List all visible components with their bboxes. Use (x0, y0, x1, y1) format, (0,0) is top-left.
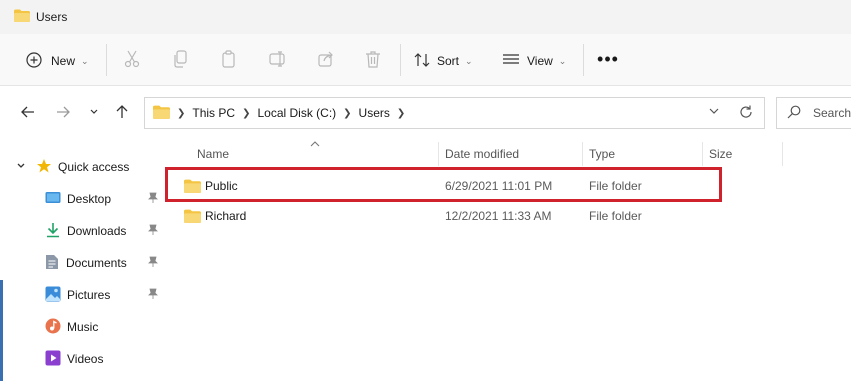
more-options-icon: ••• (597, 48, 619, 69)
sidebar-item-label: Videos (67, 352, 104, 366)
column-divider[interactable] (582, 142, 583, 166)
new-button-label: New (51, 54, 76, 68)
column-divider[interactable] (782, 142, 783, 166)
toolbar-divider (400, 44, 401, 76)
title-bar: Users (0, 0, 851, 34)
column-header-name[interactable]: Name (197, 140, 437, 168)
chevron-down-icon[interactable] (16, 160, 26, 174)
column-divider[interactable] (702, 142, 703, 166)
chevron-right-icon[interactable]: ❯ (397, 108, 405, 119)
chevron-down-icon: ⌄ (558, 55, 567, 66)
window-edge-accent (0, 280, 3, 381)
back-button[interactable] (18, 103, 38, 123)
sidebar-item-label: Quick access (58, 160, 130, 174)
videos-icon (45, 350, 61, 369)
address-bar[interactable]: ❯ This PC ❯ Local Disk (C:) ❯ Users ❯ (144, 97, 765, 129)
view-button[interactable]: View ⌄ (502, 43, 566, 79)
cut-icon[interactable] (122, 49, 142, 69)
arrow-right-icon (56, 105, 70, 122)
document-icon (45, 254, 59, 273)
up-button[interactable] (112, 103, 132, 123)
file-name[interactable]: Richard (205, 202, 246, 230)
sidebar-item-label: Downloads (67, 224, 127, 238)
sidebar-item-desktop[interactable]: Desktop (0, 186, 165, 212)
breadcrumb-local-disk[interactable]: Local Disk (C:) (257, 106, 336, 120)
refresh-icon (740, 105, 752, 118)
arrow-left-icon (21, 105, 35, 122)
command-bar: New ⌄ Sort ⌄ View ⌄ ••• (0, 34, 851, 86)
sidebar-item-label: Music (67, 320, 99, 334)
column-divider[interactable] (438, 142, 439, 166)
paste-icon[interactable] (219, 49, 239, 69)
download-icon (45, 222, 61, 241)
chevron-down-icon: ⌄ (81, 55, 89, 66)
sidebar-item-label: Documents (66, 256, 127, 270)
chevron-down-icon (709, 108, 719, 114)
desktop-icon (45, 191, 61, 208)
file-date: 12/2/2021 11:33 AM (445, 209, 552, 223)
sidebar-item-videos[interactable]: Videos (0, 346, 165, 372)
pictures-icon (45, 286, 61, 305)
sidebar-item-pictures[interactable]: Pictures (0, 282, 165, 308)
column-header-type[interactable]: Type (589, 140, 699, 168)
new-button[interactable]: New ⌄ (26, 43, 89, 79)
sort-button-label: Sort (437, 54, 460, 68)
view-list-icon (502, 53, 520, 70)
pin-icon (148, 224, 158, 239)
plus-circle-icon (26, 51, 42, 71)
search-box[interactable]: Search (776, 97, 851, 129)
arrow-up-icon (115, 104, 129, 122)
column-header-date-modified[interactable]: Date modified (445, 140, 580, 168)
delete-icon[interactable] (363, 49, 383, 69)
more-options-button[interactable]: ••• (596, 47, 620, 71)
navigation-pane: Quick access Desktop Downloads Documents (0, 140, 165, 381)
forward-button[interactable] (53, 103, 73, 123)
navigation-bar: ❯ This PC ❯ Local Disk (C:) ❯ Users ❯ Se… (0, 86, 851, 140)
music-icon (45, 318, 61, 337)
breadcrumb-users[interactable]: Users (359, 106, 390, 120)
refresh-button[interactable] (738, 104, 754, 123)
file-type: File folder (589, 209, 642, 223)
copy-icon[interactable] (171, 49, 191, 69)
share-icon[interactable] (316, 49, 336, 69)
view-button-label: View (527, 54, 553, 68)
pin-icon (148, 256, 158, 271)
pin-icon (148, 192, 158, 207)
column-header-size[interactable]: Size (709, 140, 779, 168)
search-placeholder: Search (813, 106, 851, 120)
chevron-down-icon (89, 106, 99, 120)
sidebar-item-label: Pictures (67, 288, 111, 302)
folder-icon (14, 9, 30, 25)
chevron-right-icon[interactable]: ❯ (343, 108, 351, 119)
folder-icon (153, 105, 170, 122)
sort-icon (414, 52, 430, 71)
table-row[interactable]: Richard 12/2/2021 11:33 AM File folder (166, 202, 726, 230)
toolbar-divider (106, 44, 107, 76)
toolbar-divider (583, 44, 584, 76)
address-history-button[interactable] (708, 106, 720, 119)
sidebar-item-documents[interactable]: Documents (0, 250, 165, 276)
sidebar-item-music[interactable]: Music (0, 314, 165, 340)
search-icon (787, 105, 801, 122)
star-icon (36, 158, 52, 177)
recent-locations-button[interactable] (84, 103, 104, 123)
folder-icon (184, 202, 201, 230)
chevron-right-icon[interactable]: ❯ (242, 108, 250, 119)
sidebar-item-downloads[interactable]: Downloads (0, 218, 165, 244)
chevron-right-icon: ❯ (177, 107, 186, 119)
sidebar-item-quick-access[interactable]: Quick access (0, 154, 165, 180)
highlight-box (165, 167, 722, 202)
sort-button[interactable]: Sort ⌄ (414, 43, 473, 79)
pin-icon (148, 288, 158, 303)
window-title: Users (36, 10, 68, 24)
sidebar-item-label: Desktop (67, 192, 112, 206)
chevron-down-icon: ⌄ (465, 55, 473, 66)
rename-icon[interactable] (268, 49, 288, 69)
breadcrumb-this-pc[interactable]: This PC (192, 106, 235, 120)
